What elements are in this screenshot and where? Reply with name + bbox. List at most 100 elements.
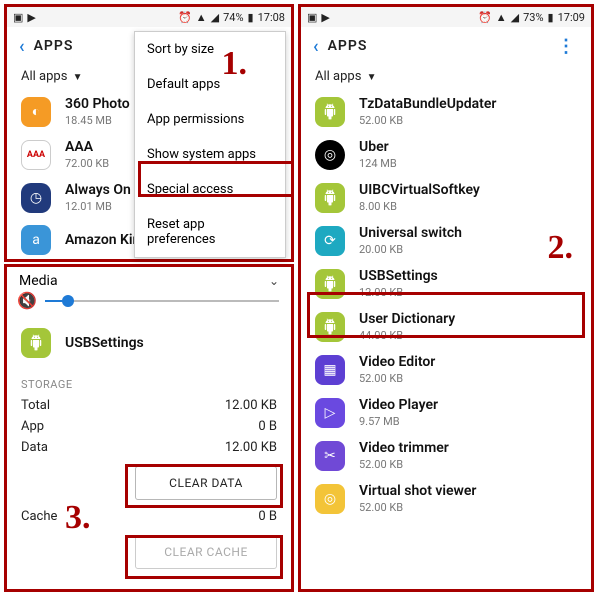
android-icon <box>315 183 345 213</box>
status-bar: ▣ ▶ ⏰ ▲ ◢ 73% ▮ 17:09 <box>301 7 591 27</box>
menu-app-permissions[interactable]: App permissions <box>135 102 285 137</box>
storage-cache: Cache0 B <box>7 506 291 527</box>
volume-slider[interactable]: 🔇 <box>7 291 291 318</box>
app-name: USBSettings <box>359 268 438 284</box>
video-trimmer-icon: ✂ <box>315 441 345 471</box>
android-icon <box>315 312 345 342</box>
app-size: 52.00 KB <box>359 458 449 471</box>
switch-icon: ⟳ <box>315 226 345 256</box>
page-title: APPS <box>34 38 74 54</box>
app-name: Video trimmer <box>359 440 449 456</box>
app-name: Video Editor <box>359 354 435 370</box>
app-row[interactable]: ▷ Video Player9.57 MB <box>301 391 591 434</box>
back-icon[interactable]: ‹ <box>11 36 34 57</box>
app-header: ‹ APPS ⋮ <box>301 27 591 65</box>
app-size: 12.00 KB <box>359 286 438 299</box>
app-name: AAA <box>65 139 109 155</box>
clock: 17:08 <box>258 11 285 24</box>
app-row-usbsettings[interactable]: USBSettings 12.00 KB <box>301 262 591 305</box>
app-icon: a <box>21 225 51 255</box>
app-size: 72.00 KB <box>65 157 109 170</box>
app-size: 8.00 KB <box>359 200 480 213</box>
app-size: 52.00 KB <box>359 501 476 514</box>
slider-track[interactable] <box>45 300 279 302</box>
filter-label: All apps <box>21 69 67 84</box>
signal-icon: ◢ <box>211 11 219 24</box>
video-editor-icon: ▦ <box>315 355 345 385</box>
storage-total: Total12.00 KB <box>7 395 291 416</box>
notif-icon: ▣ <box>13 11 23 24</box>
app-row[interactable]: ▦ Video Editor 52.00 KB <box>301 348 591 391</box>
app-row[interactable]: ◎ Uber 124 MB <box>301 133 591 176</box>
app-name: Universal switch <box>359 225 462 241</box>
app-size: 9.57 MB <box>359 415 438 428</box>
app-row[interactable]: ◎ Virtual shot viewer 52.00 KB <box>301 477 591 520</box>
menu-special-access[interactable]: Special access <box>135 172 285 207</box>
clear-data-button[interactable]: CLEAR DATA <box>135 466 277 500</box>
alarm-icon: ⏰ <box>478 11 492 24</box>
wifi-icon: ▲ <box>196 11 207 24</box>
app-icon: ◷ <box>21 183 51 213</box>
signal-icon: ◢ <box>511 11 519 24</box>
app-icon: AAA <box>21 140 51 170</box>
app-size: 52.00 KB <box>359 114 496 127</box>
app-name: Uber <box>359 139 397 155</box>
app-name: USBSettings <box>65 335 144 351</box>
app-name: User Dictionary <box>359 311 455 327</box>
virtual-shot-icon: ◎ <box>315 484 345 514</box>
notif-icon: ▣ <box>307 11 317 24</box>
app-row[interactable]: TzDataBundleUpdater 52.00 KB <box>301 90 591 133</box>
overflow-icon[interactable]: ⋮ <box>545 36 587 57</box>
chevron-down-icon: ▼ <box>367 72 377 83</box>
page-title: APPS <box>328 38 368 54</box>
storage-heading: STORAGE <box>7 364 291 395</box>
uber-icon: ◎ <box>315 140 345 170</box>
overflow-menu: Sort by size Default apps App permission… <box>134 31 286 258</box>
chevron-down-icon: ▼ <box>73 72 83 83</box>
battery-icon: ▮ <box>548 11 554 24</box>
app-name: Video Player <box>359 397 438 413</box>
chevron-down-icon: ⌄ <box>269 274 279 288</box>
android-icon <box>315 97 345 127</box>
media-label: Media <box>19 273 58 289</box>
app-size: 52.00 KB <box>359 372 435 385</box>
battery-icon: ▮ <box>248 11 254 24</box>
app-icon: ◐ <box>21 97 51 127</box>
app-row[interactable]: UIBCVirtualSoftkey8.00 KB <box>301 176 591 219</box>
app-header-row: USBSettings <box>7 318 291 364</box>
panel-apps-list: ▣ ▶ ⏰ ▲ ◢ 73% ▮ 17:09 ‹ APPS ⋮ All apps … <box>298 4 594 592</box>
menu-show-system-apps[interactable]: Show system apps <box>135 137 285 172</box>
app-name: TzDataBundleUpdater <box>359 96 496 112</box>
mute-icon[interactable]: 🔇 <box>17 291 37 310</box>
filter-dropdown[interactable]: All apps ▼ <box>301 65 591 90</box>
notif-icon: ▶ <box>27 11 35 24</box>
slider-thumb[interactable] <box>62 295 74 307</box>
android-icon <box>315 269 345 299</box>
clock: 17:09 <box>558 11 585 24</box>
notif-icon: ▶ <box>321 11 329 24</box>
app-size: 44.00 KB <box>359 329 455 342</box>
media-volume-row[interactable]: Media ⌄ <box>7 267 291 291</box>
app-row[interactable]: ✂ Video trimmer 52.00 KB <box>301 434 591 477</box>
apps-list: TzDataBundleUpdater 52.00 KB ◎ Uber 124 MB… <box>301 90 591 520</box>
menu-reset-app-prefs[interactable]: Reset app preferences <box>135 207 285 257</box>
status-bar: ▣ ▶ ⏰ ▲ ◢ 74% ▮ 17:08 <box>7 7 291 27</box>
step-1: 1. <box>222 45 248 83</box>
android-icon <box>21 328 51 358</box>
app-size: 20.00 KB <box>359 243 462 256</box>
step-2: 2. <box>548 229 574 267</box>
app-row[interactable]: User Dictionary 44.00 KB <box>301 305 591 348</box>
menu-default-apps[interactable]: Default apps <box>135 67 285 102</box>
app-size: 124 MB <box>359 157 397 170</box>
back-icon[interactable]: ‹ <box>305 36 328 57</box>
wifi-icon: ▲ <box>496 11 507 24</box>
alarm-icon: ⏰ <box>178 11 192 24</box>
app-name: Virtual shot viewer <box>359 483 476 499</box>
clear-cache-button[interactable]: CLEAR CACHE <box>135 535 277 569</box>
storage-data: Data12.00 KB <box>7 437 291 458</box>
battery-pct: 74% <box>223 11 243 24</box>
storage-app: App0 B <box>7 416 291 437</box>
menu-sort-by-size[interactable]: Sort by size <box>135 32 285 67</box>
step-3: 3. <box>65 499 91 537</box>
filter-label: All apps <box>315 69 361 84</box>
